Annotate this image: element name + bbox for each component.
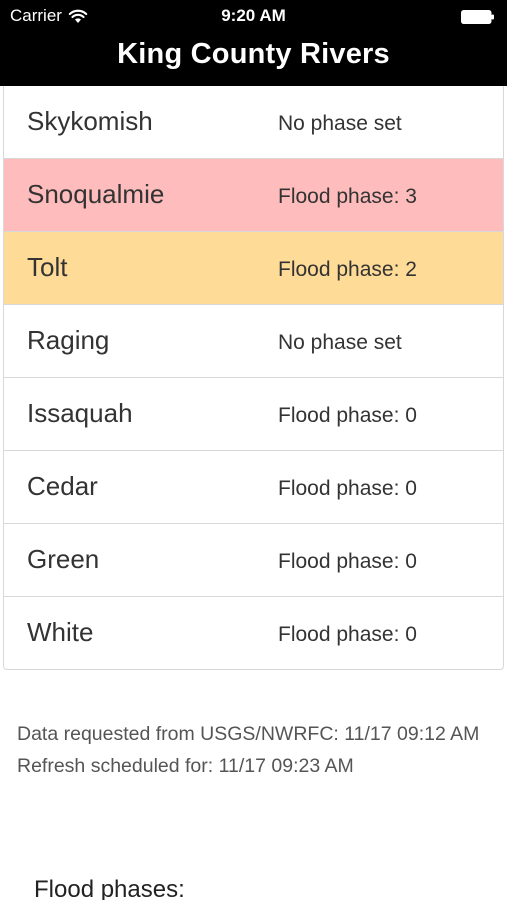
river-name: Snoqualmie (27, 179, 165, 209)
flood-phases-heading: Flood phases: (34, 876, 185, 900)
river-row-skykomish[interactable]: Skykomish No phase set (4, 86, 503, 159)
river-phase-status: No phase set (278, 112, 402, 135)
river-list: Skykomish No phase set Snoqualmie Flood … (3, 86, 504, 670)
data-timestamps: Data requested from USGS/NWRFC: 11/17 09… (17, 718, 489, 782)
river-name: Issaquah (27, 398, 133, 428)
river-row-cedar[interactable]: Cedar Flood phase: 0 (4, 451, 503, 524)
river-name: Cedar (27, 471, 98, 501)
river-name: White (27, 617, 94, 647)
river-phase-status: Flood phase: 0 (278, 623, 417, 646)
status-time: 9:20 AM (221, 6, 286, 25)
river-row-snoqualmie[interactable]: Snoqualmie Flood phase: 3 (4, 159, 503, 232)
refresh-scheduled-text: Refresh scheduled for: 11/17 09:23 AM (17, 755, 354, 777)
river-phase-status: Flood phase: 0 (278, 477, 417, 500)
river-name: Skykomish (27, 106, 153, 136)
river-phase-status: Flood phase: 2 (278, 258, 417, 281)
river-name: Tolt (27, 252, 68, 282)
page-title: King County Rivers (117, 38, 390, 70)
river-row-tolt[interactable]: Tolt Flood phase: 2 (4, 232, 503, 305)
river-name: Raging (27, 325, 110, 355)
river-row-white[interactable]: White Flood phase: 0 (4, 597, 503, 669)
river-phase-status: No phase set (278, 331, 402, 354)
data-requested-text: Data requested from USGS/NWRFC: 11/17 09… (17, 723, 480, 745)
river-row-issaquah[interactable]: Issaquah Flood phase: 0 (4, 378, 503, 451)
status-bar: Carrier 9:20 AM (0, 0, 507, 34)
river-phase-status: Flood phase: 0 (278, 404, 417, 427)
river-name: Green (27, 544, 100, 574)
river-phase-status: Flood phase: 3 (278, 185, 417, 208)
river-row-raging[interactable]: Raging No phase set (4, 305, 503, 378)
river-row-green[interactable]: Green Flood phase: 0 (4, 524, 503, 597)
river-phase-status: Flood phase: 0 (278, 550, 417, 573)
battery-icon (461, 10, 494, 24)
top-bar: Carrier 9:20 AM King County Rivers (0, 0, 507, 86)
app-screen: Carrier 9:20 AM King County Rivers Skyko… (0, 0, 507, 900)
